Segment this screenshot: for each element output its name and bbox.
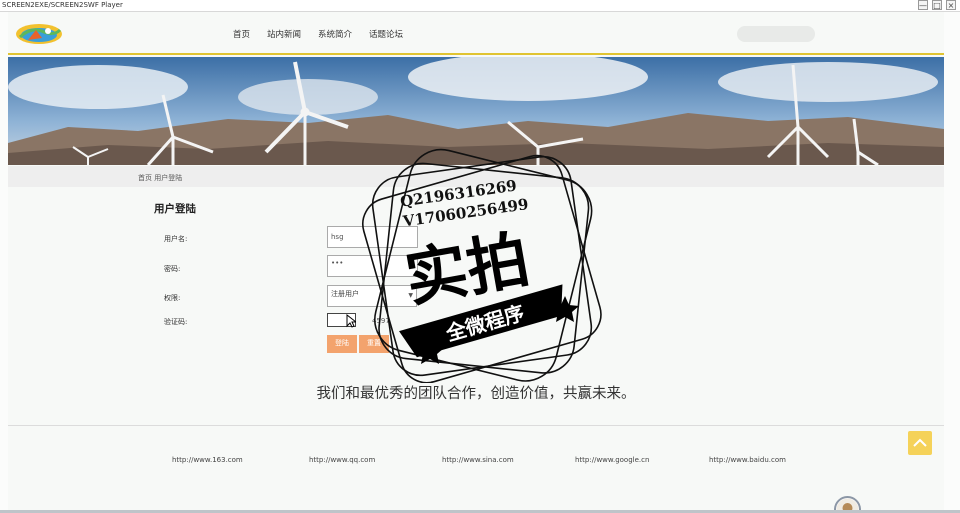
main-nav: 首页 站内新闻 系统简介 话题论坛 — [233, 28, 420, 40]
breadcrumb-bar: 首页 用户登陆 — [8, 166, 944, 187]
breadcrumb: 首页 用户登陆 — [138, 174, 183, 182]
footer-link-qq[interactable]: http://www.qq.com — [309, 456, 375, 464]
title-bar: SCREEN2EXE/SCREEN2SWF Player — □ × — [0, 0, 960, 12]
close-button[interactable]: × — [946, 0, 956, 10]
maximize-button[interactable]: □ — [932, 0, 942, 10]
footer-link-163[interactable]: http://www.163.com — [172, 456, 243, 464]
chevron-down-icon: ▼ — [408, 292, 413, 299]
footer-link-sina[interactable]: http://www.sina.com — [442, 456, 514, 464]
nav-forum[interactable]: 话题论坛 — [369, 28, 403, 40]
app-window: SCREEN2EXE/SCREEN2SWF Player — □ × 首页 站内… — [0, 0, 960, 513]
username-label: 用户名: — [164, 235, 188, 243]
site-header: 首页 站内新闻 系统简介 话题论坛 — [8, 12, 944, 55]
window-controls: — □ × — [918, 0, 956, 10]
site-logo[interactable] — [14, 22, 64, 46]
nav-about[interactable]: 系统简介 — [318, 28, 352, 40]
login-title: 用户登陆 — [154, 203, 196, 215]
role-selected-value: 注册用户 — [331, 290, 359, 298]
footer-divider — [8, 425, 944, 426]
web-page: 首页 站内新闻 系统简介 话题论坛 首页 用户登陆 用户登陆 用户名: hsg … — [8, 12, 944, 513]
nav-news[interactable]: 站内新闻 — [267, 28, 301, 40]
role-select[interactable]: 注册用户 ▼ — [327, 285, 417, 307]
minimize-button[interactable]: — — [918, 0, 928, 10]
password-input[interactable]: ••• — [327, 255, 418, 277]
captcha-code: 4597 — [372, 317, 390, 325]
window-title: SCREEN2EXE/SCREEN2SWF Player — [2, 1, 123, 9]
reset-button[interactable]: 重置 — [359, 335, 389, 353]
username-input[interactable] — [327, 226, 418, 248]
footer-link-baidu[interactable]: http://www.baidu.com — [709, 456, 786, 464]
arrow-up-icon — [913, 438, 927, 447]
back-to-top-button[interactable] — [908, 431, 932, 455]
footer-link-google[interactable]: http://www.google.cn — [575, 456, 649, 464]
mouse-cursor-icon — [346, 314, 356, 328]
login-button[interactable]: 登陆 — [327, 335, 357, 353]
password-label: 密码: — [164, 265, 181, 273]
slogan-text: 我们和最优秀的团队合作，创造价值，共赢未来。 — [316, 386, 636, 402]
role-label: 权限: — [164, 294, 181, 302]
search-input[interactable] — [737, 26, 815, 42]
hero-banner — [8, 57, 944, 165]
captcha-label: 验证码: — [164, 318, 188, 326]
wind-turbine-image — [8, 57, 944, 165]
nav-home[interactable]: 首页 — [233, 28, 250, 40]
